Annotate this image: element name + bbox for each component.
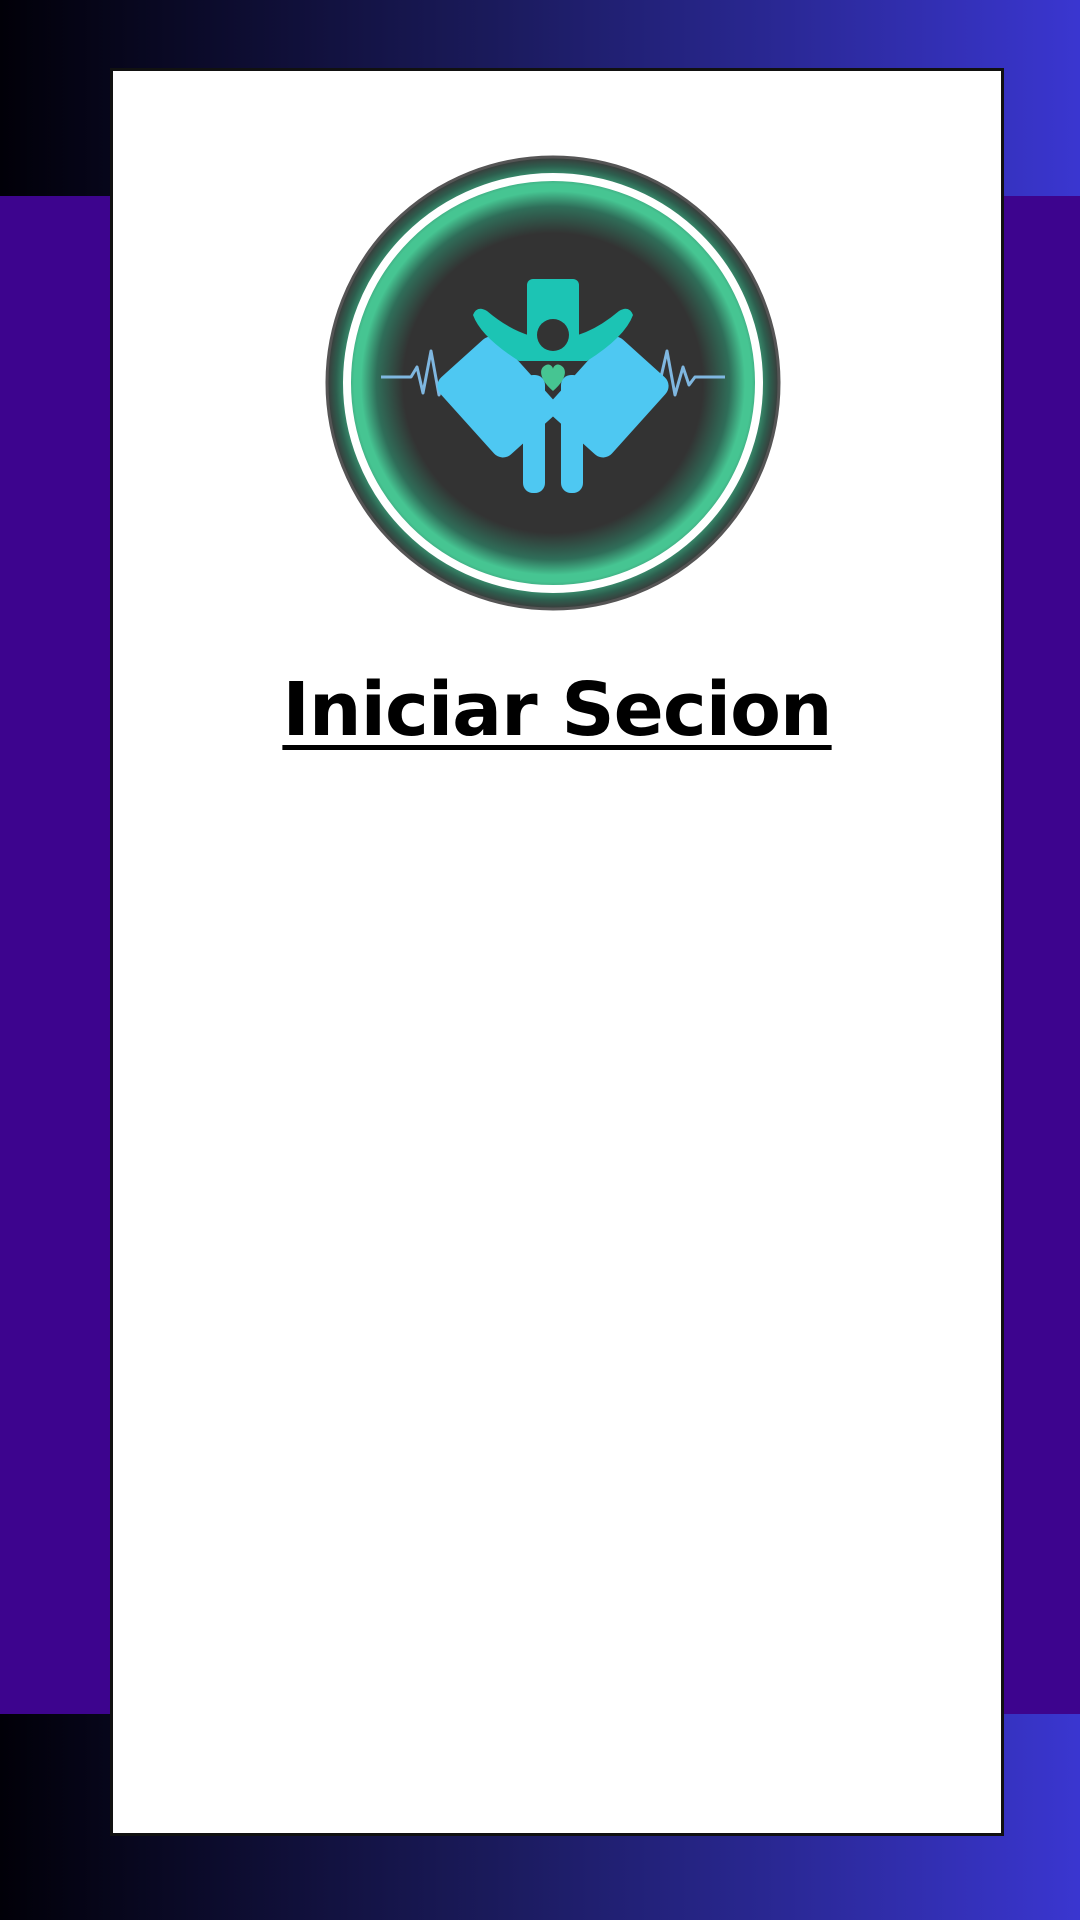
login-card: Iniciar Secion (110, 68, 1004, 1836)
page-title: Iniciar Secion (282, 667, 832, 753)
medical-heartbeat-logo-icon (325, 155, 781, 611)
